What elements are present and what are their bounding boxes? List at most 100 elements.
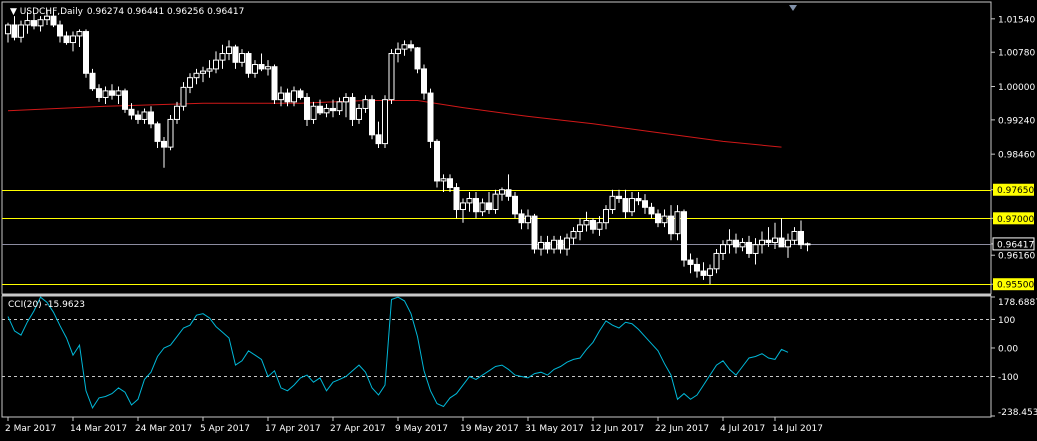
bull-candle-body	[5, 24, 11, 35]
bull-candle-body	[180, 86, 187, 107]
bear-candle-body	[700, 270, 707, 276]
bull-candle-body	[226, 46, 232, 55]
bear-candle-body	[304, 96, 310, 120]
bear-candle-body	[31, 20, 37, 27]
price-tick-label: 0.98460	[998, 151, 1035, 161]
bull-candle-body	[674, 211, 681, 235]
bear-candle-body	[765, 239, 772, 243]
candle	[369, 95, 375, 140]
time-tick-label: 5 Apr 2017	[200, 424, 250, 434]
bull-candle-body	[596, 222, 603, 230]
bear-candle-body	[434, 140, 440, 182]
bear-candle-body	[284, 92, 291, 103]
bear-candle-body	[349, 96, 356, 120]
bull-candle-body	[291, 90, 297, 103]
bull-candle-body	[772, 237, 778, 243]
candle	[382, 95, 388, 148]
candle	[167, 115, 174, 151]
bull-candle-body	[336, 101, 343, 112]
bear-candle-body	[694, 263, 700, 272]
bear-candle-body	[642, 200, 648, 208]
bull-candle-body	[401, 44, 408, 50]
bull-candle-body	[720, 244, 726, 254]
bull-candle-body	[323, 107, 330, 114]
price-tick-label: 0.95500	[997, 281, 1034, 291]
chart-header: ▼ USDCHF,Daily 0.96274 0.96441 0.96256 0.…	[10, 7, 244, 17]
bear-candle-body	[128, 108, 135, 116]
bear-candle-body	[590, 220, 596, 230]
bull-candle-body	[707, 268, 713, 276]
time-tick-label: 14 Jul 2017	[772, 424, 823, 434]
bear-candle-body	[531, 215, 538, 250]
bull-candle-body	[141, 111, 148, 120]
bull-candle-body	[213, 59, 219, 70]
bear-candle-body	[746, 241, 752, 254]
bull-candle-body	[219, 53, 226, 61]
bear-candle-body	[161, 140, 167, 148]
cci-tick-label: 0.00	[998, 344, 1018, 354]
bear-candle-body	[297, 90, 304, 98]
bear-candle-body	[635, 198, 642, 202]
bull-candle-body	[174, 105, 180, 120]
bear-candle-body	[681, 211, 687, 261]
bear-candle-body	[798, 230, 804, 246]
chart-canvas: 1.01540 1.00780 1.00000 0.99240 0.98460 0.976…	[0, 0, 1037, 441]
dropdown-arrow-icon[interactable]: ▼	[10, 7, 20, 17]
bear-candle-body	[486, 202, 492, 211]
bull-candle-body	[388, 53, 395, 101]
bull-candle-body	[804, 243, 811, 246]
cci-tick-label: 178.6887	[998, 298, 1037, 308]
bear-candle-body	[655, 213, 661, 224]
price-tick-label: 0.97650	[997, 186, 1034, 196]
bear-candle-body	[414, 47, 421, 70]
price-tick-label: 1.01540	[998, 15, 1035, 25]
bull-candle-body	[252, 64, 258, 74]
bull-candle-body	[791, 230, 798, 241]
cci-tick-label: -238.4539	[998, 408, 1037, 418]
bull-candle-body	[785, 239, 791, 248]
bull-candle-body	[102, 90, 109, 98]
bear-candle-body	[369, 99, 375, 136]
bull-candle-body	[395, 48, 401, 55]
bull-candle-body	[577, 224, 583, 232]
bull-candle-body	[37, 19, 44, 27]
bear-candle-body	[648, 206, 655, 215]
bull-candle-body	[583, 220, 590, 226]
bull-candle-body	[18, 24, 24, 38]
bull-candle-body	[752, 244, 759, 254]
bull-candle-body	[551, 239, 557, 250]
bull-candle-body	[115, 90, 122, 96]
time-tick-label: 19 May 2017	[460, 424, 519, 434]
bull-candle-body	[603, 209, 609, 224]
bear-candle-body	[245, 53, 252, 74]
bear-candle-body	[96, 88, 102, 98]
bull-candle-body	[499, 189, 505, 195]
bull-candle-body	[206, 68, 213, 72]
time-tick-label: 17 Apr 2017	[265, 424, 321, 434]
bear-candle-body	[258, 64, 265, 70]
bull-candle-body	[187, 77, 193, 88]
bear-candle-body	[375, 134, 382, 145]
bull-candle-body	[538, 241, 544, 250]
bull-candle-body	[356, 107, 362, 120]
candle	[512, 191, 518, 219]
bull-candle-body	[278, 92, 284, 101]
bear-candle-body	[89, 72, 96, 90]
candle	[83, 29, 89, 78]
bear-candle-body	[408, 44, 414, 49]
price-tick-label: 0.99240	[998, 116, 1035, 126]
bull-candle-body	[759, 239, 765, 246]
current-price-label: 0.96417	[997, 240, 1034, 250]
bull-candle-body	[629, 198, 635, 213]
bear-candle-body	[148, 111, 154, 125]
bull-candle-body	[24, 20, 31, 26]
bear-candle-body	[473, 198, 479, 213]
bear-candle-body	[616, 195, 622, 200]
bull-candle-body	[193, 72, 200, 79]
bull-candle-body	[460, 202, 466, 211]
bear-candle-body	[83, 31, 89, 74]
cci-tick-label: -100	[998, 373, 1019, 383]
candle	[388, 49, 395, 105]
bull-candle-body	[525, 215, 531, 224]
bear-candle-body	[518, 213, 525, 224]
